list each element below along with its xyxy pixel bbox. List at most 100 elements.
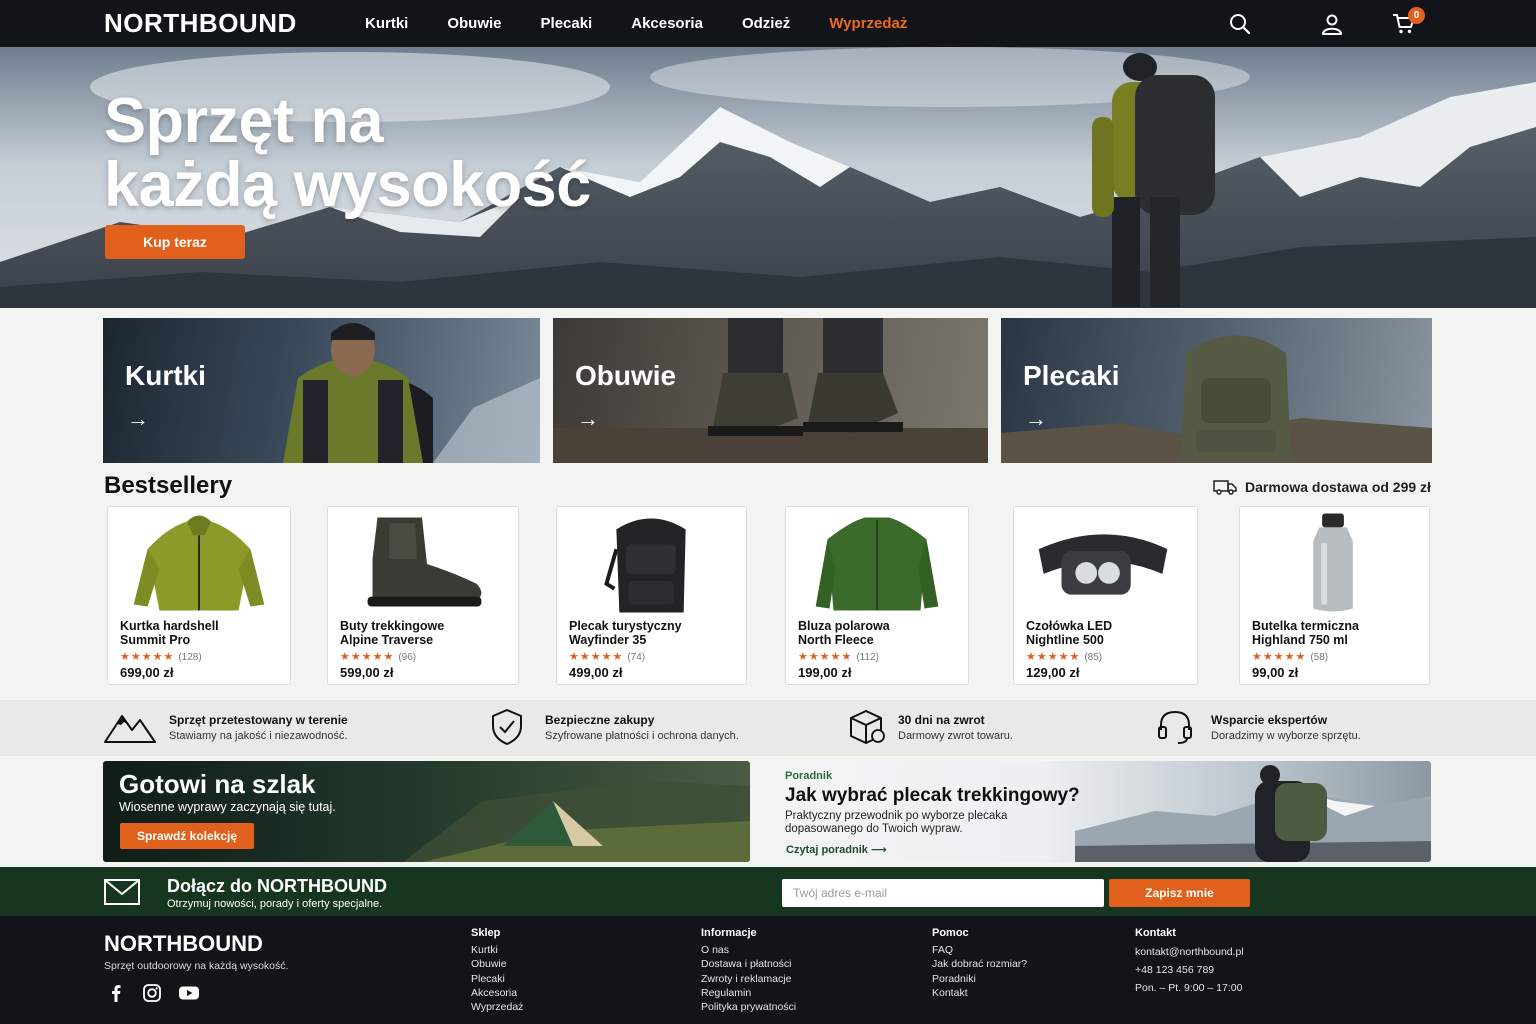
youtube-icon[interactable] bbox=[178, 983, 200, 1003]
rating-stars: ★★★★★ (74) bbox=[569, 651, 646, 663]
footer-link[interactable]: Akcesoria bbox=[471, 986, 523, 1000]
guide-tag: Poradnik bbox=[785, 770, 833, 782]
hero-headline-line1: Sprzęt na bbox=[104, 86, 384, 156]
nav-link-plecaki[interactable]: Plecaki bbox=[541, 15, 593, 32]
bestsellers-heading: Bestsellery bbox=[104, 472, 233, 499]
footer-link[interactable]: Zwroty i reklamacje bbox=[701, 972, 796, 986]
nav-link-odziez[interactable]: Odzież bbox=[742, 15, 790, 32]
feature-title: Sprzęt przetestowany w terenie bbox=[169, 713, 348, 727]
features-bar: Sprzęt przetestowany w terenie Stawiamy … bbox=[0, 700, 1536, 756]
footer-link[interactable]: Plecaki bbox=[471, 972, 523, 986]
footer-link[interactable]: Dostawa i płatności bbox=[701, 957, 796, 971]
review-count: (58) bbox=[1310, 652, 1329, 663]
footer-link[interactable]: Poradniki bbox=[932, 972, 1027, 986]
brand-logo[interactable]: NORTHBOUND bbox=[104, 8, 297, 39]
arrow-right-icon[interactable]: → bbox=[127, 406, 149, 432]
footer-link[interactable]: Wyprzedaż bbox=[471, 1000, 523, 1014]
headset-icon bbox=[1158, 710, 1192, 744]
delivery-truck-icon bbox=[1213, 480, 1237, 495]
product-card[interactable]: Kurtka hardshell Summit Pro ★★★★★ (128) 69… bbox=[107, 506, 291, 685]
footer-link[interactable]: FAQ bbox=[932, 943, 1027, 957]
feature-title: 30 dni na zwrot bbox=[898, 713, 985, 727]
product-name[interactable]: Buty trekkingowe Alpine Traverse bbox=[340, 619, 490, 647]
product-name[interactable]: Butelka termiczna Highland 750 ml bbox=[1252, 619, 1402, 647]
footer-link[interactable]: O nas bbox=[701, 943, 796, 957]
envelope-icon bbox=[104, 879, 140, 905]
product-price: 699,00 zł bbox=[120, 665, 174, 680]
feature-item: Wsparcie ekspertów Doradzimy w wyborze s… bbox=[1156, 708, 1416, 748]
product-card[interactable]: Buty trekkingowe Alpine Traverse ★★★★★ (96… bbox=[327, 506, 519, 685]
boot-image bbox=[367, 517, 482, 607]
email-field[interactable] bbox=[782, 879, 1104, 907]
footer-column-shop: Sklep Kurtki Obuwie Plecaki Akcesoria Wy… bbox=[471, 927, 523, 1014]
hero-headline: Sprzęt na każdą wysokość bbox=[104, 89, 591, 217]
product-price: 499,00 zł bbox=[569, 665, 623, 680]
footer-column-title: Pomoc bbox=[932, 927, 969, 939]
category-title: Kurtki bbox=[125, 360, 206, 391]
footer-link[interactable]: Obuwie bbox=[471, 957, 523, 971]
rating-stars: ★★★★★ (112) bbox=[798, 651, 879, 663]
top-navigation: NORTHBOUND Kurtki Obuwie Plecaki Akcesor… bbox=[0, 0, 1536, 47]
product-price: 129,00 zł bbox=[1026, 665, 1080, 680]
contact-email[interactable]: kontakt@northbound.pl bbox=[1135, 943, 1244, 961]
product-card[interactable]: Czołówka LED Nightline 500 ★★★★★ (85) 129,… bbox=[1013, 506, 1198, 685]
subscribe-button[interactable]: Zapisz mnie bbox=[1109, 879, 1250, 907]
footer-column-title: Informacje bbox=[701, 927, 757, 939]
rating-stars: ★★★★★ (96) bbox=[340, 651, 417, 663]
footer-column-title: Sklep bbox=[471, 927, 501, 939]
nav-link-wyprzedaz[interactable]: Wyprzedaż bbox=[829, 15, 907, 32]
rating-stars: ★★★★★ (128) bbox=[120, 651, 202, 663]
review-count: (85) bbox=[1084, 652, 1103, 663]
feature-item: 30 dni na zwrot Darmowy zwrot towaru. bbox=[848, 708, 1128, 748]
headlamp-image bbox=[1038, 534, 1168, 595]
user-icon[interactable] bbox=[1320, 12, 1344, 36]
product-name[interactable]: Plecak turystyczny Wayfinder 35 bbox=[569, 619, 719, 647]
arrow-right-icon[interactable]: → bbox=[577, 406, 599, 432]
nav-link-kurtki[interactable]: Kurtki bbox=[365, 15, 408, 32]
product-price: 99,00 zł bbox=[1252, 665, 1299, 680]
trail-promo-banner[interactable]: Gotowi na szlak Wiosenne wyprawy zaczyna… bbox=[103, 761, 750, 862]
product-card[interactable]: Plecak turystyczny Wayfinder 35 ★★★★★ (74)… bbox=[556, 506, 747, 685]
product-card[interactable]: Butelka termiczna Highland 750 ml ★★★★★ (5… bbox=[1239, 506, 1430, 685]
category-title: Plecaki bbox=[1023, 360, 1120, 391]
product-card[interactable]: Bluza polarowa North Fleece ★★★★★ (112) 19… bbox=[785, 506, 969, 685]
nav-link-akcesoria[interactable]: Akcesoria bbox=[631, 15, 703, 32]
footer-link[interactable]: Kontakt bbox=[932, 986, 1027, 1000]
hero-banner: Sprzęt na każdą wysokość Kup teraz bbox=[0, 47, 1536, 308]
box-return-icon bbox=[850, 710, 885, 744]
product-name[interactable]: Kurtka hardshell Summit Pro bbox=[120, 619, 270, 647]
footer-link[interactable]: Jak dobrać rozmiar? bbox=[932, 957, 1027, 971]
contact-hours: Pon. – Pt. 9:00 – 17:00 bbox=[1135, 982, 1243, 994]
instagram-icon[interactable] bbox=[142, 983, 162, 1003]
feature-title: Bezpieczne zakupy bbox=[545, 713, 655, 727]
product-name[interactable]: Bluza polarowa North Fleece bbox=[798, 619, 948, 647]
check-collection-button[interactable]: Sprawdź kolekcję bbox=[120, 823, 254, 849]
backpack-image bbox=[604, 518, 686, 613]
read-guide-link[interactable]: Czytaj poradnik ⟶ bbox=[786, 843, 887, 856]
free-delivery-text: Darmowa dostawa od 299 zł bbox=[1245, 479, 1431, 495]
fleece-image bbox=[815, 517, 939, 611]
search-icon[interactable] bbox=[1228, 12, 1252, 36]
shop-now-button[interactable]: Kup teraz bbox=[105, 225, 245, 259]
footer-logo[interactable]: NORTHBOUND bbox=[104, 931, 263, 957]
contact-phone[interactable]: +48 123 456 789 bbox=[1135, 961, 1244, 979]
nav-link-obuwie[interactable]: Obuwie bbox=[447, 15, 501, 32]
shield-check-icon bbox=[492, 709, 522, 745]
category-tile-obuwie[interactable]: Obuwie → bbox=[553, 318, 988, 463]
footer-link[interactable]: Kurtki bbox=[471, 943, 523, 957]
footer-column-info: Informacje O nas Dostawa i płatności Zwr… bbox=[701, 927, 796, 1014]
mountain-icon bbox=[104, 715, 156, 743]
footer-link[interactable]: Polityka prywatności bbox=[701, 1000, 796, 1014]
product-name[interactable]: Czołówka LED Nightline 500 bbox=[1026, 619, 1176, 647]
facebook-icon[interactable] bbox=[106, 983, 126, 1003]
jacket-image bbox=[133, 515, 265, 611]
feature-subtitle: Darmowy zwrot towaru. bbox=[898, 730, 1013, 742]
arrow-right-icon[interactable]: → bbox=[1025, 406, 1047, 432]
feature-subtitle: Stawiamy na jakość i niezawodność. bbox=[169, 730, 348, 742]
free-delivery-note: Darmowa dostawa od 299 zł bbox=[1213, 479, 1431, 495]
guide-promo-banner[interactable]: Poradnik Jak wybrać plecak trekkingowy? … bbox=[775, 761, 1431, 862]
category-tile-kurtki[interactable]: Kurtki → bbox=[103, 318, 540, 463]
category-tile-plecaki[interactable]: Plecaki → bbox=[1001, 318, 1432, 463]
footer-link[interactable]: Regulamin bbox=[701, 986, 796, 1000]
feature-title: Wsparcie ekspertów bbox=[1211, 713, 1328, 727]
